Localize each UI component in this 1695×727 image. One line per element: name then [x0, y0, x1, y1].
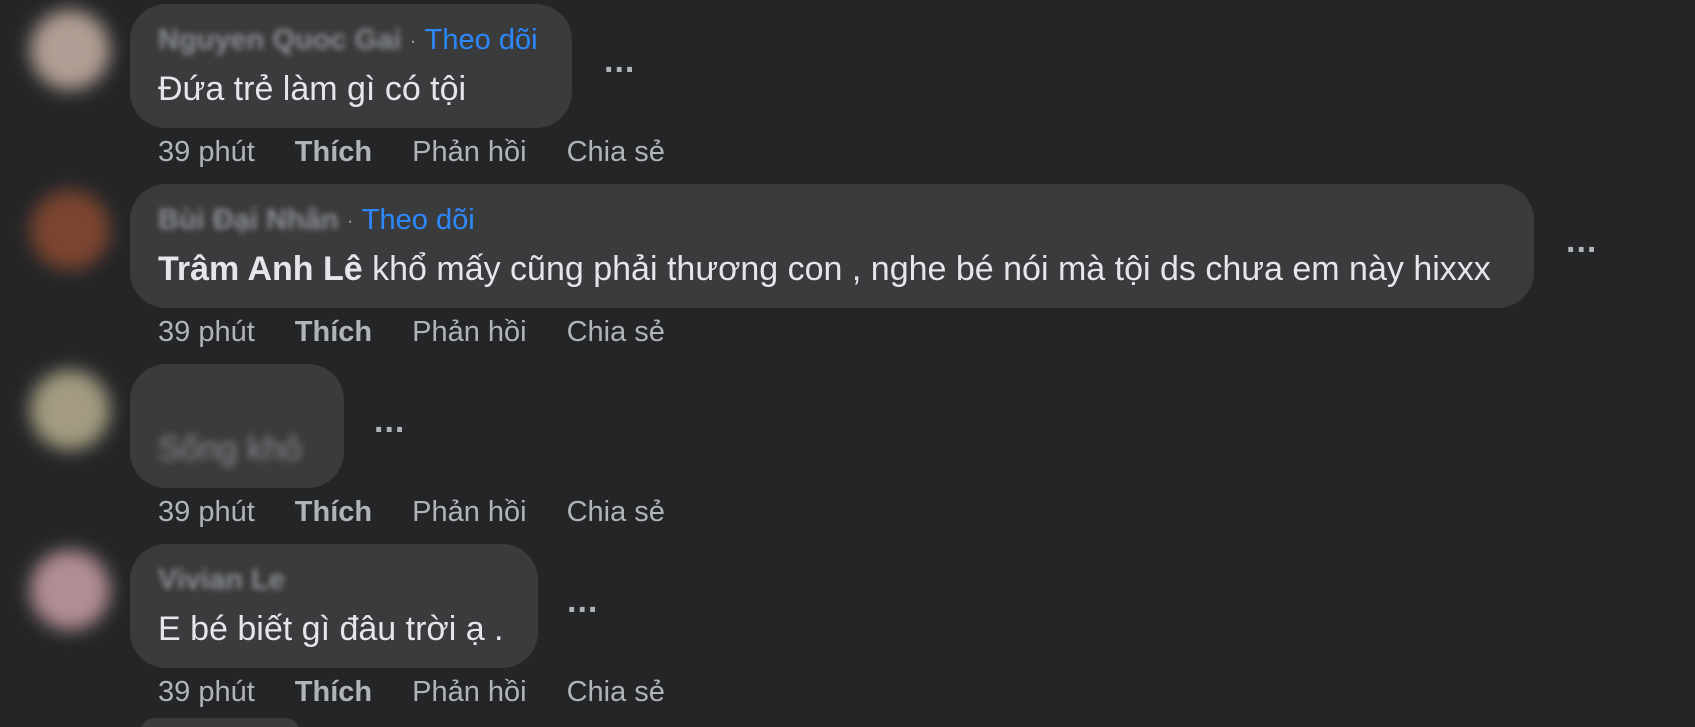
author-name[interactable]: Nguyen Quoc Gai	[158, 24, 401, 57]
comment-text: Sống khỏ	[158, 430, 302, 468]
more-options-icon[interactable]: ...	[374, 404, 405, 438]
like-button[interactable]: Thích	[295, 316, 372, 349]
reply-button[interactable]: Phản hồi	[412, 496, 527, 529]
comment-time[interactable]: 39 phút	[158, 676, 255, 709]
author-name[interactable]: Vivian Le	[158, 564, 285, 597]
like-button[interactable]: Thích	[295, 136, 372, 169]
follow-link[interactable]: Theo dõi	[425, 24, 538, 57]
separator-dot: ·	[346, 207, 354, 233]
avatar[interactable]	[30, 190, 110, 270]
comment-actions: 39 phút Thích Phản hồi Chia sẻ	[158, 136, 705, 169]
like-button[interactable]: Thích	[295, 676, 372, 709]
comment-body: khổ mấy cũng phải thương con , nghe bé n…	[362, 250, 1491, 288]
comment-bubble: Sống khỏ	[130, 364, 344, 488]
author-name[interactable]: Bùi Đại Nhân	[158, 204, 338, 237]
more-options-icon[interactable]: ...	[567, 584, 598, 618]
comment-text: E bé biết gì đâu trời ạ .	[158, 610, 504, 648]
comment-actions: 39 phút Thích Phản hồi Chia sẻ	[158, 316, 705, 349]
comment-time[interactable]: 39 phút	[158, 136, 255, 169]
comment-bubble: Vivian Le E bé biết gì đâu trời ạ .	[130, 544, 538, 668]
comment-header: Vivian Le	[158, 564, 285, 597]
avatar[interactable]	[30, 550, 110, 630]
comment-header: Nguyen Quoc Gai · Theo dõi	[158, 24, 538, 57]
comment-bubble: Nguyen Quoc Gai · Theo dõi Đứa trẻ làm g…	[130, 4, 572, 128]
mention-link[interactable]: Trâm Anh Lê	[158, 250, 363, 288]
reply-button[interactable]: Phản hồi	[412, 316, 527, 349]
avatar[interactable]	[30, 10, 110, 90]
comment-time[interactable]: 39 phút	[158, 496, 255, 529]
comment-bubble: Bùi Đại Nhân · Theo dõi Trâm Anh Lê khổ …	[130, 184, 1534, 308]
separator-dot: ·	[409, 27, 417, 53]
comment-time[interactable]: 39 phút	[158, 316, 255, 349]
next-comment-bubble	[140, 718, 300, 727]
share-button[interactable]: Chia sẻ	[567, 676, 665, 709]
comment-actions: 39 phút Thích Phản hồi Chia sẻ	[158, 676, 705, 709]
share-button[interactable]: Chia sẻ	[567, 136, 665, 169]
comment-actions: 39 phút Thích Phản hồi Chia sẻ	[158, 496, 705, 529]
avatar[interactable]	[30, 370, 110, 450]
like-button[interactable]: Thích	[295, 496, 372, 529]
share-button[interactable]: Chia sẻ	[567, 316, 665, 349]
reply-button[interactable]: Phản hồi	[412, 136, 527, 169]
reply-button[interactable]: Phản hồi	[412, 676, 527, 709]
more-options-icon[interactable]: ...	[1566, 224, 1597, 258]
more-options-icon[interactable]: ...	[604, 44, 635, 78]
follow-link[interactable]: Theo dõi	[362, 204, 475, 237]
comment-text: Đứa trẻ làm gì có tội	[158, 70, 467, 108]
share-button[interactable]: Chia sẻ	[567, 496, 665, 529]
comment-header: Bùi Đại Nhân · Theo dõi	[158, 204, 475, 237]
comment-text: Trâm Anh Lê khổ mấy cũng phải thương con…	[158, 250, 1491, 289]
